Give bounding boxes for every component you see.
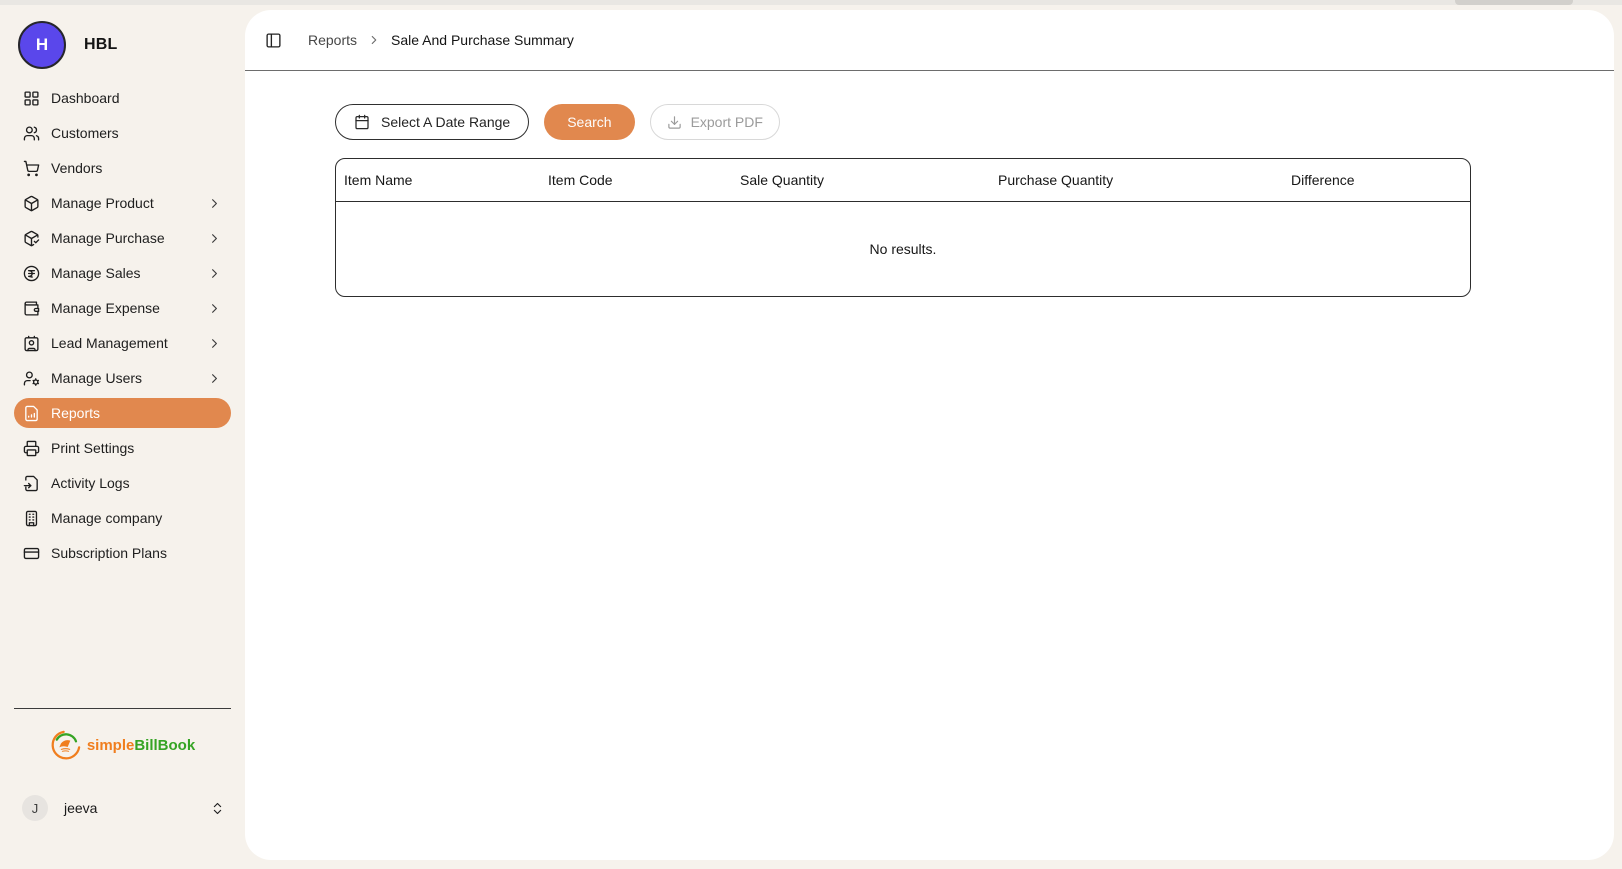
sidebar-item-manage-purchase[interactable]: Manage Purchase	[14, 223, 231, 253]
building-icon	[25, 510, 38, 526]
brand-name: HBL	[84, 36, 118, 53]
column-header-sale-quantity: Sale Quantity	[740, 172, 825, 188]
sidebar-item-print-settings[interactable]: Print Settings	[14, 433, 231, 463]
credit-card-icon	[23, 547, 40, 559]
sidebar-item-manage-company[interactable]: Manage company	[14, 503, 231, 533]
sidebar-footer: simpleBillBook J jeeva	[14, 708, 231, 821]
rupee-circle-icon	[23, 265, 40, 281]
brand-initial: H	[35, 35, 49, 54]
users-icon	[23, 125, 40, 141]
sidebar-item-label: Subscription Plans	[51, 545, 167, 561]
sidebar-item-dashboard[interactable]: Dashboard	[14, 83, 231, 113]
sidebar-item-label: Manage Expense	[51, 300, 160, 316]
report-content: Select A Date Range Search Export PDF It…	[245, 71, 1614, 297]
report-toolbar: Select A Date Range Search Export PDF	[335, 104, 1614, 140]
export-pdf-button[interactable]: Export PDF	[649, 104, 780, 140]
package-check-icon	[24, 230, 40, 246]
sidebar-item-reports[interactable]: Reports	[14, 398, 231, 428]
sidebar-item-label: Vendors	[51, 160, 103, 176]
chevron-right-icon	[212, 268, 217, 278]
breadcrumb-reports[interactable]: Reports	[308, 32, 357, 48]
sidebar-divider	[14, 708, 231, 709]
column-header-difference: Difference	[1291, 172, 1355, 188]
column-header-item-code: Item Code	[548, 172, 613, 188]
sidebar-nav: Dashboard Customers Vendors Manage Produ…	[14, 83, 231, 573]
summary-table: Item Name Item Code Sale Quantity Purcha…	[335, 158, 1471, 297]
sidebar-item-activity-logs[interactable]: Activity Logs	[14, 468, 231, 498]
contact-card-icon	[24, 335, 39, 351]
sidebar-item-label: Manage Product	[51, 195, 154, 211]
sidebar-item-label: Manage Sales	[51, 265, 141, 281]
chevron-right-icon	[212, 303, 217, 313]
empty-results-message: No results.	[869, 241, 937, 257]
sidebar-item-manage-expense[interactable]: Manage Expense	[14, 293, 231, 323]
simplebillbook-logo: simpleBillBook	[14, 721, 231, 769]
chevrons-up-down-icon	[213, 802, 222, 814]
user-name: jeeva	[64, 800, 98, 816]
column-header-purchase-quantity: Purchase Quantity	[998, 172, 1114, 188]
sidebar-item-manage-sales[interactable]: Manage Sales	[14, 258, 231, 288]
chevron-right-icon	[212, 373, 217, 383]
chevron-right-icon	[212, 338, 217, 348]
chevron-right-icon	[212, 198, 217, 208]
sidebar-item-label: Lead Management	[51, 335, 168, 351]
wallet-icon	[24, 300, 40, 316]
sidebar-item-label: Print Settings	[51, 440, 135, 456]
shopping-cart-icon	[23, 160, 40, 176]
page-title: Sale And Purchase Summary	[391, 32, 574, 48]
sidebar-item-label: Reports	[51, 405, 101, 421]
package-icon	[24, 195, 39, 211]
sidebar-item-vendors[interactable]: Vendors	[14, 153, 231, 183]
brand-avatar: H	[18, 21, 66, 69]
date-range-label: Select A Date Range	[381, 114, 511, 130]
user-avatar: J	[22, 795, 48, 821]
sidebar-item-manage-product[interactable]: Manage Product	[14, 188, 231, 218]
sidebar-item-label: Customers	[51, 125, 119, 141]
simplebillbook-logo-icon	[51, 730, 81, 760]
column-header-item-name: Item Name	[344, 172, 413, 188]
top-scrollbar-thumb[interactable]	[1455, 0, 1573, 5]
sidebar: H HBL Dashboard Customers Vendors Manage…	[0, 5, 245, 869]
sidebar-item-label: Manage Users	[51, 370, 143, 386]
user-menu[interactable]: J jeeva	[14, 795, 231, 821]
search-label: Search	[567, 114, 612, 130]
brand: H HBL	[18, 21, 231, 69]
calendar-icon	[355, 114, 369, 130]
export-pdf-label: Export PDF	[690, 114, 763, 130]
sidebar-item-manage-users[interactable]: Manage Users	[14, 363, 231, 393]
logo-text-billbook: BillBook	[134, 736, 196, 754]
sidebar-item-subscription-plans[interactable]: Subscription Plans	[14, 538, 231, 568]
sidebar-item-lead-management[interactable]: Lead Management	[14, 328, 231, 358]
logo-text-simple: simple	[86, 736, 135, 754]
top-scrollbar-track	[0, 0, 1622, 5]
table-header-row: Item Name Item Code Sale Quantity Purcha…	[336, 159, 1470, 202]
date-range-button[interactable]: Select A Date Range	[335, 104, 530, 140]
sidebar-item-label: Manage company	[51, 510, 163, 526]
sidebar-item-customers[interactable]: Customers	[14, 118, 231, 148]
sidebar-item-label: Dashboard	[51, 90, 120, 106]
printer-icon	[23, 440, 40, 456]
page-header: Reports Sale And Purchase Summary	[245, 10, 1614, 71]
layout-grid-icon	[24, 90, 39, 106]
sidebar-item-label: Manage Purchase	[51, 230, 165, 246]
sidebar-toggle-icon[interactable]	[265, 32, 282, 49]
download-icon	[667, 115, 681, 129]
search-button[interactable]: Search	[544, 104, 635, 140]
file-chart-icon	[25, 405, 38, 421]
main-panel: Reports Sale And Purchase Summary Select…	[245, 10, 1614, 860]
chevron-right-icon	[212, 233, 217, 243]
logo-text: simpleBillBook	[87, 737, 195, 754]
sidebar-item-label: Activity Logs	[51, 475, 130, 491]
user-initial: J	[31, 800, 39, 816]
breadcrumb-chevron-icon	[371, 35, 377, 45]
user-cog-icon	[23, 370, 40, 386]
file-input-icon	[23, 475, 38, 491]
